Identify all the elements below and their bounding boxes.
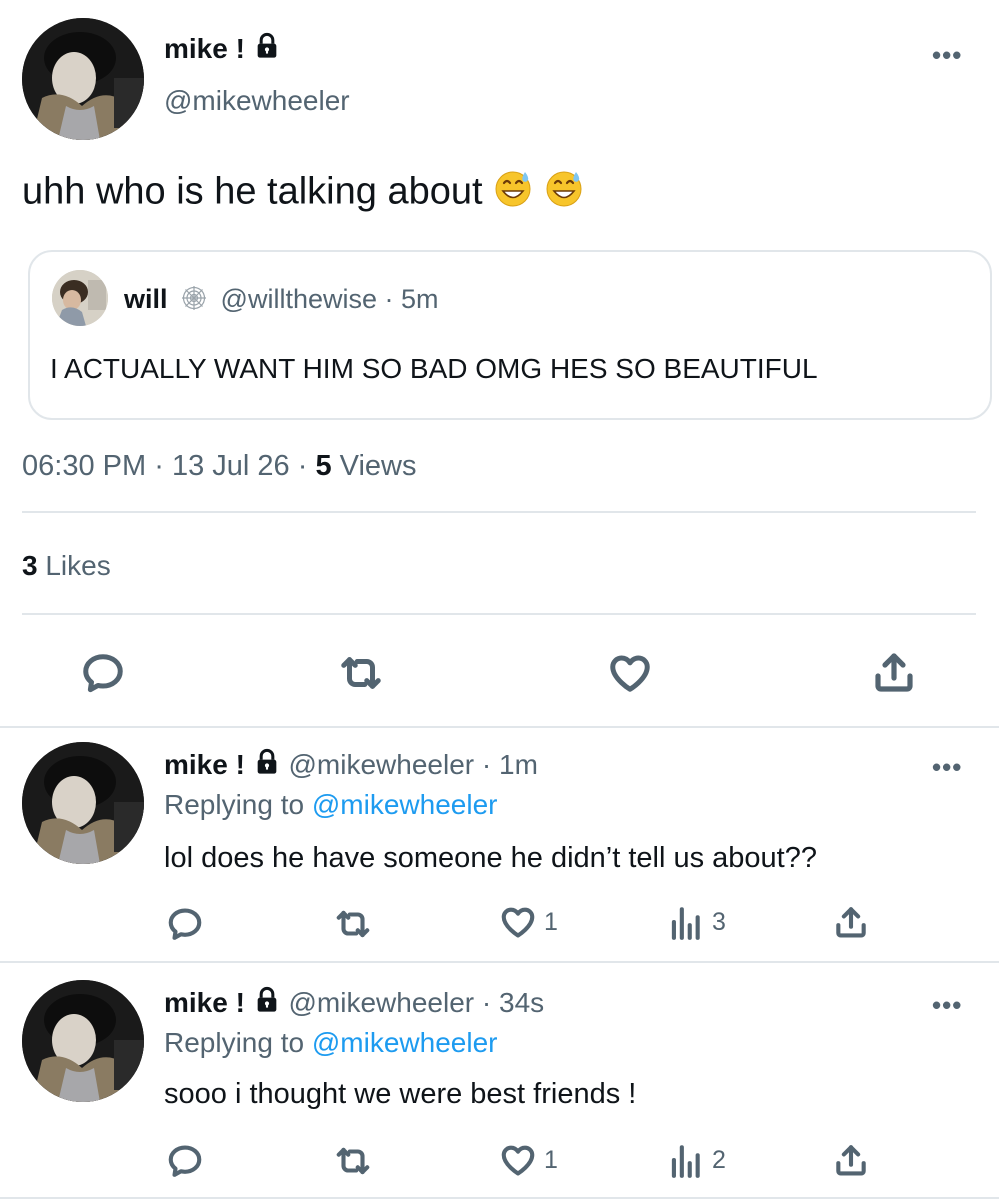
share-button[interactable] [870, 648, 918, 696]
like-count: 1 [544, 1145, 558, 1174]
quoted-time: · 5m [384, 284, 439, 314]
spiderweb-icon [181, 285, 207, 319]
share-icon [875, 653, 913, 692]
views-label[interactable]: Views [340, 450, 417, 482]
quoted-tweet-text: I ACTUALLY WANT HIM SO BAD OMG HES SO BE… [50, 353, 818, 384]
replying-to-link[interactable]: @mikewheeler [312, 789, 498, 820]
quoted-tweet-avatar [52, 270, 108, 326]
like-button[interactable]: 1 [498, 903, 558, 941]
share-button[interactable] [832, 903, 870, 941]
quoted-author-name: will [124, 284, 168, 314]
reply-handle[interactable]: @mikewheeler [289, 987, 475, 1018]
replying-to-link[interactable]: @mikewheeler [312, 1027, 498, 1058]
reply-avatar[interactable] [22, 980, 144, 1102]
reply-button[interactable] [166, 1142, 204, 1180]
more-options-icon[interactable]: ••• [932, 40, 962, 71]
like-icon [501, 1145, 535, 1176]
views-button[interactable]: 2 [668, 1141, 726, 1179]
avatar-photo [52, 270, 108, 326]
avatar-photo [22, 980, 144, 1102]
reply-text: lol does he have someone he didn’t tell … [164, 842, 817, 874]
lock-icon [253, 748, 281, 784]
views-chart-icon [671, 907, 700, 940]
like-icon [610, 655, 650, 692]
share-icon [836, 1145, 866, 1176]
replying-to: Replying to @mikewheeler [164, 788, 497, 822]
likes-summary[interactable]: 3 Likes [22, 549, 111, 583]
divider [0, 726, 999, 728]
retweet-icon [341, 657, 381, 689]
views-button[interactable]: 3 [668, 903, 726, 941]
quoted-handle: @willthewise [220, 284, 377, 314]
divider [22, 511, 976, 513]
more-options-icon[interactable]: ••• [932, 990, 962, 1021]
retweet-icon [336, 910, 370, 938]
replying-prefix: Replying to [164, 789, 305, 820]
divider [0, 1197, 999, 1199]
reply-button[interactable] [80, 650, 126, 696]
views-count: 2 [712, 1145, 726, 1174]
retweet-button[interactable] [332, 905, 374, 943]
like-count: 1 [544, 907, 558, 936]
replying-prefix: Replying to [164, 1027, 305, 1058]
tweet-body: uhh who is he talking about [22, 170, 483, 213]
likes-count: 3 [22, 550, 38, 581]
retweet-icon [336, 1147, 370, 1175]
meta-separator: · [154, 450, 164, 482]
grinning-sweat-emoji [493, 168, 533, 219]
tweet-meta: 06:30 PM · 13 Jul 26 · 5 Views [22, 448, 416, 484]
lock-icon [253, 986, 281, 1022]
reply-time: · 1m [481, 749, 538, 780]
tweet-date: 13 Jul 26 [171, 450, 290, 482]
reply-icon [83, 654, 123, 693]
quoted-tweet-card[interactable]: will @willthewise · 5m I ACTUALLY WANT H… [28, 250, 992, 420]
reply-button[interactable] [166, 905, 204, 943]
reply-text: sooo i thought we were best friends ! [164, 1078, 637, 1110]
share-icon [836, 907, 866, 938]
main-tweet-handle[interactable]: @mikewheeler [164, 84, 350, 118]
likes-label: Likes [45, 550, 111, 581]
main-tweet-avatar[interactable] [22, 18, 144, 140]
main-tweet-text: uhh who is he talking about [22, 168, 584, 219]
share-button[interactable] [832, 1141, 870, 1179]
avatar-photo [22, 742, 144, 864]
quoted-tweet-header: will @willthewise · 5m [124, 282, 439, 319]
divider [0, 961, 999, 963]
main-tweet-author[interactable]: mike ! [164, 32, 281, 68]
tweet-time: 06:30 PM [22, 450, 147, 482]
views-count: 3 [712, 907, 726, 936]
avatar-photo [22, 18, 144, 140]
views-count[interactable]: 5 [315, 450, 331, 482]
reply-handle[interactable]: @mikewheeler [289, 749, 475, 780]
reply-author-name[interactable]: mike ! [164, 987, 245, 1018]
meta-separator: · [297, 450, 308, 482]
retweet-button[interactable] [336, 650, 386, 696]
views-chart-icon [671, 1145, 700, 1178]
retweet-button[interactable] [332, 1142, 374, 1180]
reply-header: mike ! @mikewheeler · 34s [164, 986, 544, 1022]
like-button[interactable] [606, 650, 654, 696]
reply-icon [168, 908, 202, 940]
reply-author-name[interactable]: mike ! [164, 749, 245, 780]
reply-avatar[interactable] [22, 742, 144, 864]
reply-icon [168, 1145, 202, 1177]
grinning-sweat-emoji [544, 168, 584, 219]
like-button[interactable]: 1 [498, 1141, 558, 1179]
reply-header: mike ! @mikewheeler · 1m [164, 748, 538, 784]
more-options-icon[interactable]: ••• [932, 752, 962, 783]
like-icon [501, 907, 535, 938]
lock-icon [253, 32, 281, 68]
replying-to: Replying to @mikewheeler [164, 1026, 497, 1060]
author-name: mike ! [164, 33, 245, 64]
reply-time: · 34s [481, 987, 545, 1018]
divider [22, 613, 976, 615]
